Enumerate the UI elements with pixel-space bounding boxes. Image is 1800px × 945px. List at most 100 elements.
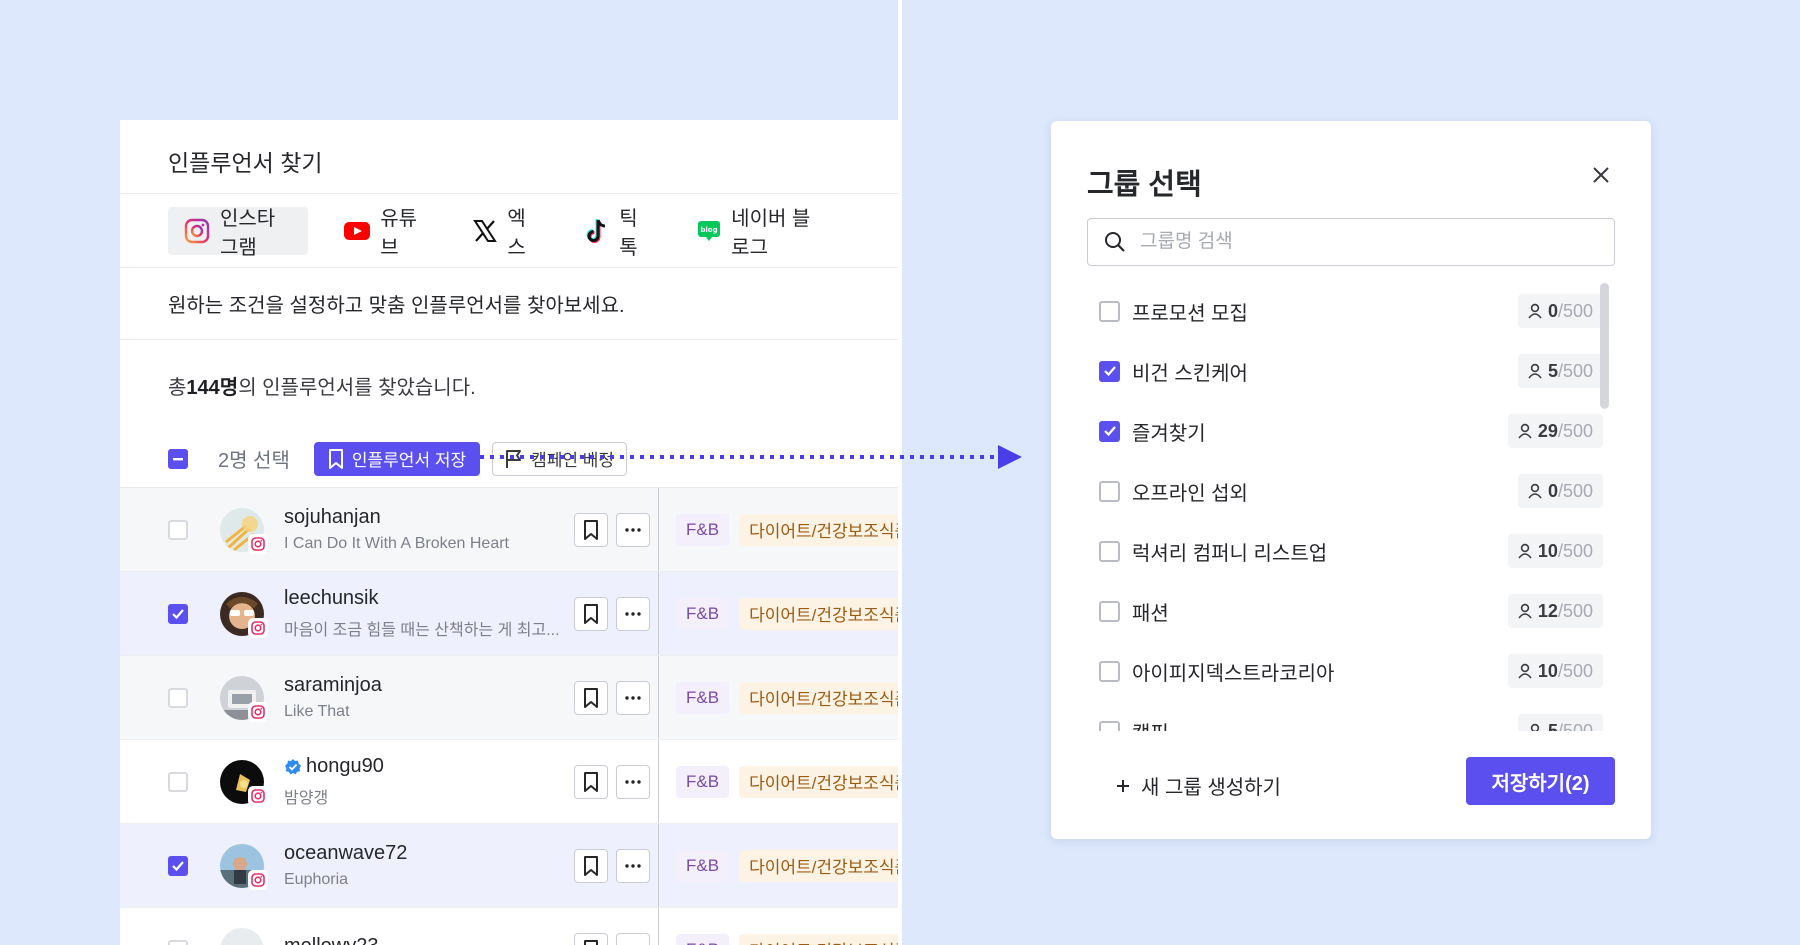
group-checkbox[interactable]: [1099, 360, 1120, 382]
bookmark-icon: [584, 771, 598, 792]
group-list: 프로모션 모집 0/500 비건 스킨케어 5/500 즐겨찾기 29/500: [1087, 281, 1615, 731]
member-count: 5/500: [1517, 354, 1603, 388]
bookmark-icon: [584, 603, 598, 624]
table-row[interactable]: mellowy23 F&B 다이어트/건강보조식품: [120, 908, 898, 945]
avatar: [220, 507, 268, 554]
bookmark-button[interactable]: [574, 680, 608, 715]
more-button[interactable]: [616, 848, 650, 883]
scrollbar[interactable]: [1600, 283, 1609, 409]
check-icon: [1103, 366, 1116, 377]
naver-blog-icon: blog: [697, 220, 721, 242]
member-count: 5/500: [1517, 714, 1603, 731]
row-checkbox[interactable]: [168, 603, 188, 624]
instagram-icon: [248, 785, 268, 806]
table-row[interactable]: oceanwave72 Euphoria F&B 다이어트/건강보조식품: [120, 824, 898, 908]
influencer-list: sojuhanjan I Can Do It With A Broken Hea…: [120, 488, 898, 945]
list-item[interactable]: 패션 12/500: [1087, 581, 1615, 641]
list-item[interactable]: 아이피지덱스트라코리아 10/500: [1087, 641, 1615, 701]
member-count: 29/500: [1507, 414, 1603, 448]
username[interactable]: hongu90: [284, 755, 574, 778]
group-checkbox[interactable]: [1099, 300, 1120, 322]
username[interactable]: saraminjoa: [284, 674, 574, 697]
more-button[interactable]: [616, 512, 650, 547]
tab-label: 인스타그램: [220, 207, 276, 259]
category-tag: F&B: [676, 597, 730, 630]
group-name: 아이피지덱스트라코리아: [1132, 662, 1335, 685]
member-count: 10/500: [1507, 654, 1603, 688]
close-button[interactable]: [1587, 161, 1615, 189]
select-all-checkbox[interactable]: [168, 448, 188, 469]
list-item[interactable]: 캠핑 5/500: [1087, 701, 1615, 731]
list-item[interactable]: 즐겨찾기 29/500: [1087, 401, 1615, 461]
person-icon: [1518, 543, 1532, 559]
row-checkbox[interactable]: [168, 771, 188, 792]
category-tag: F&B: [676, 765, 730, 798]
influencer-search-panel: 인플루언서 찾기 인스타그램 유튜브 엑스 틱톡 blog 네이버 블로그 원하…: [120, 120, 898, 945]
avatar: [220, 675, 268, 722]
table-row[interactable]: leechunsik 마음이 조금 힘들 때는 산책하는 게 최고... F&B…: [120, 572, 898, 656]
group-checkbox[interactable]: [1099, 420, 1120, 442]
group-search-input[interactable]: [1140, 231, 1580, 253]
member-count: 10/500: [1507, 534, 1603, 568]
check-icon: [1103, 426, 1116, 437]
bookmark-button[interactable]: [574, 764, 608, 799]
result-count: 총 144명 의 인플루언서를 찾았습니다.: [120, 340, 898, 430]
member-count: 12/500: [1507, 594, 1603, 628]
bookmark-button[interactable]: [574, 512, 608, 547]
more-button[interactable]: [616, 680, 650, 715]
more-button[interactable]: [616, 932, 650, 945]
table-row[interactable]: hongu90 밤양갱 F&B 다이어트/건강보조식품: [120, 740, 898, 824]
list-item[interactable]: 비건 스킨케어 5/500: [1087, 341, 1615, 401]
check-icon: [172, 608, 184, 619]
row-checkbox[interactable]: [168, 519, 188, 540]
list-item[interactable]: 럭셔리 컴퍼니 리스트업 10/500: [1087, 521, 1615, 581]
result-suffix: 의 인플루언서를 찾았습니다.: [238, 376, 476, 399]
list-item[interactable]: 프로모션 모집 0/500: [1087, 281, 1615, 341]
save-button[interactable]: 저장하기(2): [1466, 757, 1615, 805]
user-bio: 마음이 조금 힘들 때는 산책하는 게 최고...: [284, 622, 560, 639]
group-checkbox[interactable]: [1099, 600, 1120, 622]
list-item[interactable]: 오프라인 섭외 0/500: [1087, 461, 1615, 521]
username[interactable]: mellowy23: [284, 935, 574, 945]
bookmark-icon: [584, 519, 598, 540]
user-bio: Euphoria: [284, 871, 349, 888]
save-influencer-button[interactable]: 인플루언서 저장: [313, 441, 481, 476]
group-name: 비건 스킨케어: [1132, 362, 1248, 385]
group-search: [1087, 218, 1615, 266]
username[interactable]: sojuhanjan: [284, 506, 574, 529]
table-row[interactable]: sojuhanjan I Can Do It With A Broken Hea…: [120, 488, 898, 572]
row-checkbox[interactable]: [168, 687, 188, 708]
username[interactable]: oceanwave72: [284, 842, 574, 865]
person-icon: [1528, 303, 1542, 319]
more-button[interactable]: [616, 764, 650, 799]
table-row[interactable]: saraminjoa Like That F&B 다이어트/건강보조식품: [120, 656, 898, 740]
tab-youtube[interactable]: 유튜브: [328, 207, 437, 259]
tab-instagram[interactable]: 인스타그램: [168, 206, 309, 259]
group-select-modal: 그룹 선택 프로모션 모집 0/500 비건 스킨케어 5/500 즐겨찾기: [1051, 121, 1651, 839]
user-bio: Like That: [284, 703, 350, 720]
row-checkbox[interactable]: [168, 939, 188, 945]
avatar: [220, 843, 268, 890]
group-checkbox[interactable]: [1099, 480, 1120, 502]
person-icon: [1530, 723, 1540, 731]
bookmark-button[interactable]: [574, 848, 608, 883]
group-checkbox[interactable]: [1099, 540, 1120, 562]
platform-tabs: 인스타그램 유튜브 엑스 틱톡 blog 네이버 블로그: [120, 194, 898, 268]
more-icon: [625, 695, 641, 700]
tab-naver-blog[interactable]: blog 네이버 블로그: [681, 207, 840, 259]
tab-x[interactable]: 엑스: [457, 207, 549, 259]
category-tag: 다이어트/건강보조식품: [739, 765, 898, 798]
bookmark-button[interactable]: [574, 932, 608, 945]
more-button[interactable]: [616, 596, 650, 631]
member-count: 0/500: [1517, 294, 1603, 328]
row-checkbox[interactable]: [168, 855, 188, 876]
bookmark-button[interactable]: [574, 596, 608, 631]
group-checkbox[interactable]: [1099, 660, 1120, 682]
username[interactable]: leechunsik: [284, 587, 574, 610]
tab-tiktok[interactable]: 틱톡: [569, 207, 661, 259]
page-title: 인플루언서 찾기: [120, 120, 898, 194]
group-checkbox[interactable]: [1099, 720, 1120, 731]
verified-badge-icon: [285, 758, 301, 774]
new-group-button[interactable]: 새 그룹 생성하기: [1115, 771, 1281, 800]
avatar: [220, 927, 264, 945]
